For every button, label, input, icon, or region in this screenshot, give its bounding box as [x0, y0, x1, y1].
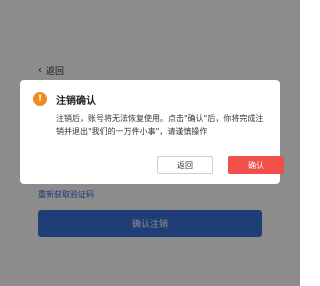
cancel-confirm-dialog: ! 注销确认 注销后，账号将无法恢复使用。点击"确认"后，你将完成注销并退出"我…: [20, 80, 284, 184]
dialog-confirm-button[interactable]: 确认: [228, 156, 284, 174]
dialog-message: 注销后，账号将无法恢复使用。点击"确认"后，你将完成注销并退出"我们的一万件小事…: [56, 114, 264, 136]
dialog-title: 注销确认: [56, 96, 96, 107]
dialog-back-button[interactable]: 返回: [157, 156, 213, 174]
warning-icon: !: [33, 92, 47, 106]
